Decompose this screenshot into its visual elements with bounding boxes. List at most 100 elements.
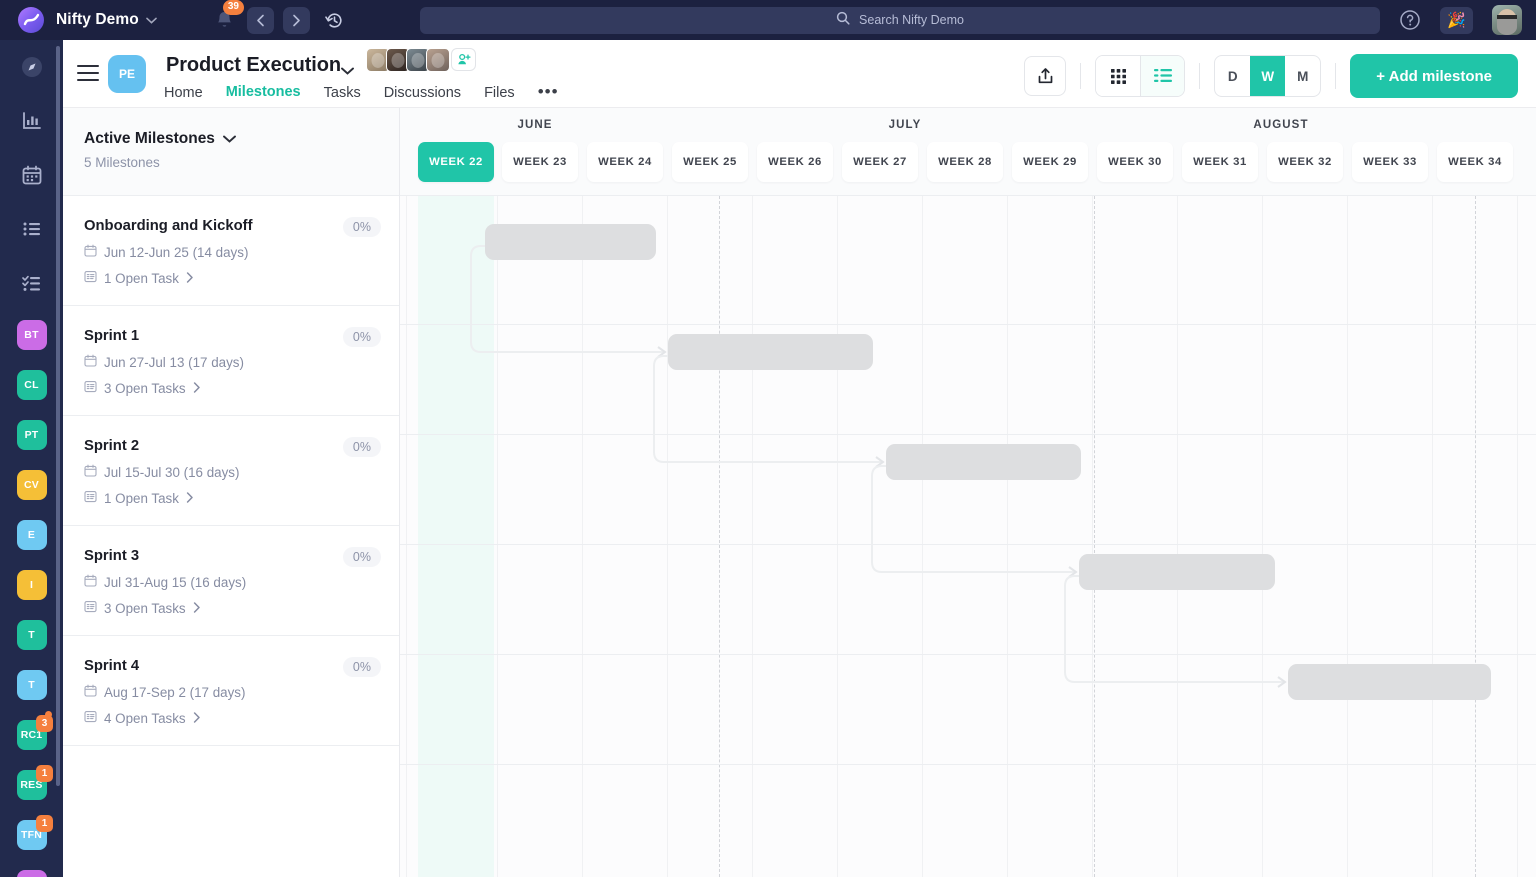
board-view-icon[interactable]	[1096, 56, 1141, 96]
search-input[interactable]: Search Nifty Demo	[420, 6, 1380, 34]
week-tab-week-30[interactable]: WEEK 30	[1097, 142, 1173, 182]
history-icon[interactable]	[322, 7, 348, 33]
rail-project-t[interactable]: T	[0, 610, 63, 660]
milestone-row[interactable]: Sprint 2 Jul 15-Jul 30 (16 days) 1 Open Ta…	[63, 416, 399, 526]
tab-milestones[interactable]: Milestones	[225, 84, 301, 110]
week-tab-week-22[interactable]: WEEK 22	[418, 142, 494, 182]
milestone-progress: 0%	[342, 217, 381, 237]
week-tab-week-32[interactable]: WEEK 32	[1267, 142, 1343, 182]
zoom-option-m[interactable]: M	[1285, 56, 1320, 96]
project-chevron-down-icon[interactable]	[341, 62, 354, 80]
group-chevron-down-icon[interactable]	[222, 130, 236, 148]
add-milestone-button[interactable]: + Add milestone	[1350, 54, 1518, 98]
page-title: Product Execution	[166, 54, 341, 76]
milestone-progress: 0%	[342, 437, 381, 457]
rail-project-cv[interactable]: CV	[0, 460, 63, 510]
notifications-button[interactable]: 39	[212, 0, 244, 33]
reports-icon[interactable]	[0, 94, 63, 148]
milestone-tasks-row[interactable]: 3 Open Tasks	[84, 600, 399, 616]
divider	[1199, 63, 1201, 89]
milestone-dates-row: Jul 31-Aug 15 (16 days)	[84, 574, 399, 590]
gantt-bar[interactable]	[1288, 664, 1491, 700]
rail-project-bt[interactable]: BT	[0, 310, 63, 360]
app-root: Nifty Demo 39 Search Nifty Demo 🎉 BT CL …	[0, 0, 1536, 877]
milestone-tasks-row[interactable]: 1 Open Task	[84, 270, 399, 286]
zoom-option-w[interactable]: W	[1250, 56, 1286, 96]
milestone-tasks-row[interactable]: 4 Open Tasks	[84, 710, 399, 726]
brand-chevron-down-icon[interactable]	[146, 17, 157, 24]
add-member-icon[interactable]	[451, 48, 476, 71]
milestone-group-header[interactable]: Active Milestones 5 Milestones	[63, 108, 399, 196]
gantt-chart: JUNE JULY AUGUST WEEK 22 WEEK 23 WEEK 24 WEEK…	[400, 108, 1536, 877]
week-tab-week-27[interactable]: WEEK 27	[842, 142, 918, 182]
week-tab-week-24[interactable]: WEEK 24	[587, 142, 663, 182]
chevron-right-icon	[193, 711, 201, 726]
calendar-icon	[84, 244, 97, 260]
rail-scrollbar[interactable]	[56, 46, 60, 786]
calendar-icon	[84, 464, 97, 480]
milestone-row[interactable]: Sprint 1 Jun 27-Jul 13 (17 days) 3 Open Ta…	[63, 306, 399, 416]
forward-icon[interactable]	[282, 6, 310, 34]
milestone-open-tasks: 1 Open Task	[104, 270, 179, 286]
top-bar: Nifty Demo 39 Search Nifty Demo 🎉	[0, 0, 1536, 40]
week-tab-week-28[interactable]: WEEK 28	[927, 142, 1003, 182]
zoom-level-switcher: DWM	[1214, 55, 1322, 97]
milestone-dates: Jun 12-Jun 25 (14 days)	[104, 244, 249, 260]
gantt-bar[interactable]	[485, 224, 656, 260]
milestone-dates: Jul 31-Aug 15 (16 days)	[104, 574, 247, 590]
milestone-row[interactable]: Sprint 4 Aug 17-Sep 2 (17 days) 4 Open Tas…	[63, 636, 399, 746]
avatar[interactable]	[1492, 5, 1522, 35]
week-tab-week-31[interactable]: WEEK 31	[1182, 142, 1258, 182]
rail-project-pt[interactable]: PT	[0, 410, 63, 460]
task-icon	[84, 270, 97, 286]
list-view-icon[interactable]	[1140, 56, 1185, 96]
help-icon[interactable]	[1399, 9, 1421, 31]
tab-home[interactable]: Home	[164, 85, 203, 109]
milestone-tasks-row[interactable]: 3 Open Tasks	[84, 380, 399, 396]
week-tab-week-34[interactable]: WEEK 34	[1437, 142, 1513, 182]
rail-project-tfn[interactable]: TFN 1	[0, 810, 63, 860]
rail-project-initials: T	[16, 620, 47, 650]
week-tab-week-25[interactable]: WEEK 25	[672, 142, 748, 182]
gantt-bar[interactable]	[886, 444, 1081, 480]
compass-icon[interactable]	[0, 40, 63, 94]
zoom-option-d[interactable]: D	[1215, 56, 1250, 96]
list-icon[interactable]	[0, 202, 63, 256]
week-tab-week-29[interactable]: WEEK 29	[1012, 142, 1088, 182]
dependency-connectors	[470, 245, 1287, 688]
tab-files[interactable]: Files	[484, 85, 515, 109]
week-tab-week-26[interactable]: WEEK 26	[757, 142, 833, 182]
nifty-logo-icon[interactable]	[18, 7, 44, 33]
rail-project-rc1[interactable]: RC1 3	[0, 710, 63, 760]
tasks-icon[interactable]	[0, 256, 63, 310]
tab-discussions[interactable]: Discussions	[384, 85, 461, 109]
celebrate-icon[interactable]: 🎉	[1440, 6, 1473, 34]
rail-project-res[interactable]: RES 1	[0, 760, 63, 810]
share-icon[interactable]	[1024, 56, 1067, 96]
project-badge[interactable]: PE	[108, 55, 146, 93]
milestone-row[interactable]: Sprint 3 Jul 31-Aug 15 (16 days) 3 Open Ta…	[63, 526, 399, 636]
rail-project-cb[interactable]: CB	[0, 860, 63, 877]
gantt-bar[interactable]	[1079, 554, 1275, 590]
milestone-row[interactable]: Onboarding and Kickoff Jun 12-Jun 25 (14 …	[63, 196, 399, 306]
calendar-icon[interactable]	[0, 148, 63, 202]
back-icon[interactable]	[246, 6, 274, 34]
week-tab-week-23[interactable]: WEEK 23	[502, 142, 578, 182]
milestone-tasks-row[interactable]: 1 Open Task	[84, 490, 399, 506]
milestone-list-panel: Active Milestones 5 Milestones Onboardin…	[63, 108, 400, 877]
chevron-right-icon	[186, 491, 194, 506]
month-labels: JUNE JULY AUGUST	[400, 108, 1536, 140]
member-avatars[interactable]	[366, 48, 450, 72]
tabs-more-icon[interactable]: •••	[538, 83, 559, 107]
gantt-bar[interactable]	[668, 334, 873, 370]
task-icon	[84, 490, 97, 506]
rail-project-cl[interactable]: CL	[0, 360, 63, 410]
divider	[1080, 63, 1082, 89]
tab-tasks[interactable]: Tasks	[324, 85, 361, 109]
rail-project-i[interactable]: I	[0, 560, 63, 610]
week-tab-week-33[interactable]: WEEK 33	[1352, 142, 1428, 182]
rail-project-e[interactable]: E	[0, 510, 63, 560]
rail-project-t[interactable]: T	[0, 660, 63, 710]
month-label-july: JULY	[888, 119, 922, 131]
menu-icon[interactable]	[77, 65, 99, 86]
